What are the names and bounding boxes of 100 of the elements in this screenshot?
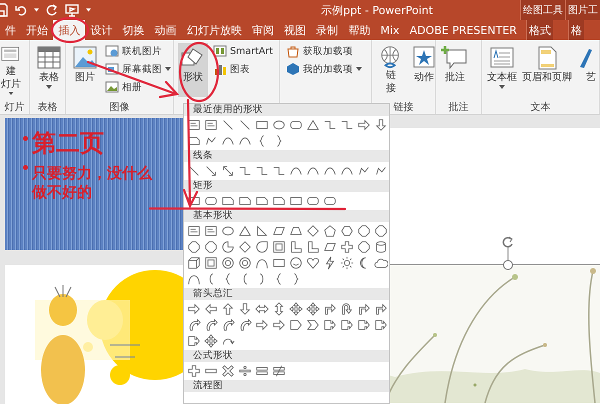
ribbon-tab[interactable]: ADOBE PRESENTER	[404, 20, 522, 40]
double-arrow-line-icon	[220, 164, 234, 178]
shapes-button[interactable]: 形状	[178, 43, 208, 97]
ribbon-tab[interactable]: 格式	[526, 20, 553, 40]
table-icon	[35, 45, 63, 71]
ribbon-tab[interactable]: 视图	[279, 20, 311, 40]
new-slide-button[interactable]: 建 灯片	[0, 43, 26, 97]
table-button[interactable]: 表格	[34, 43, 64, 97]
wordart-button[interactable]: 艺	[576, 43, 599, 97]
text-box-button[interactable]: 文本框	[486, 43, 518, 97]
ribbon-tab[interactable]: 格	[568, 20, 584, 40]
image-icon	[71, 45, 99, 71]
cylinder-icon	[374, 240, 388, 254]
parallelogram-icon	[322, 240, 336, 254]
section-header: 基本形状	[184, 210, 389, 222]
picture-button[interactable]: 图片	[70, 43, 100, 97]
group-label: 链接	[392, 100, 414, 114]
curved-arrow-icon	[220, 318, 234, 332]
sun-icon	[340, 256, 354, 270]
parallelogram-icon	[272, 224, 286, 238]
header-footer-button[interactable]: 页眉和页脚	[521, 43, 573, 97]
ribbon-tab[interactable]: Mix	[375, 20, 404, 40]
ribbon-tab[interactable]: 开始	[21, 20, 54, 40]
bent-arrow-icon	[374, 302, 388, 316]
bullet-icon	[23, 136, 28, 141]
section-header: 最近使用的形状	[184, 104, 389, 116]
link-button[interactable]: 链 接	[376, 43, 406, 97]
ribbon-tab[interactable]: 幻灯片放映	[182, 20, 247, 40]
octagon-icon	[186, 240, 200, 254]
curved-arrow-icon	[238, 318, 252, 332]
rounded-rectangle-icon	[288, 118, 302, 132]
rectangle-icon	[254, 118, 268, 132]
ribbon-tab[interactable]: 动画	[150, 20, 182, 40]
triangle-icon	[306, 118, 320, 132]
smiley-icon	[288, 256, 302, 270]
slideshow-icon[interactable]	[65, 4, 79, 16]
four-way-arrow-shape[interactable]	[202, 333, 219, 349]
album-button[interactable]: 相册	[103, 79, 173, 95]
chart-button[interactable]: 图表	[211, 61, 275, 77]
caret-icon[interactable]	[34, 8, 39, 12]
text-box-icon	[204, 118, 218, 132]
elbow-connector-icon	[322, 118, 336, 132]
line-icon	[220, 118, 234, 132]
redo-icon[interactable]	[46, 4, 58, 16]
annotation-circle	[178, 42, 220, 102]
smartart-button[interactable]: SmartArt	[211, 43, 275, 59]
oval-icon	[272, 118, 286, 132]
up-down-arrow-icon	[272, 302, 286, 316]
ribbon-tab[interactable]: 帮助	[343, 20, 376, 40]
section-header: 线条	[184, 150, 389, 162]
four-way-arrow-shape[interactable]	[287, 301, 304, 317]
section-header: 流程图	[184, 380, 389, 392]
hexagon-icon	[340, 224, 354, 238]
ring-icon	[220, 256, 234, 270]
diamond-icon	[238, 240, 252, 254]
ribbon-tab[interactable]: 设计	[85, 20, 118, 40]
rounded-rectangle-icon	[306, 194, 320, 208]
resize-handle[interactable]	[503, 260, 513, 270]
four-way-arrow-shape[interactable]	[304, 301, 321, 317]
pentagon-arrow-icon	[288, 318, 302, 332]
chevron-shape[interactable]	[304, 317, 321, 333]
slide-title: 第二页	[32, 128, 104, 158]
rotate-handle-icon[interactable]	[501, 235, 515, 260]
my-addins-button[interactable]: 我的加载项	[284, 61, 364, 77]
diamond-icon	[306, 224, 320, 238]
get-addins-button[interactable]: 获取加载项	[284, 43, 364, 59]
action-button[interactable]: 动作	[409, 43, 435, 97]
elbow-connector-icon	[340, 118, 354, 132]
rounded-rectangle-icon	[204, 194, 218, 208]
text-box-icon	[204, 224, 218, 238]
caret-icon[interactable]	[86, 8, 91, 12]
store-icon	[286, 44, 300, 58]
octagon-icon	[374, 224, 388, 238]
not-equal-icon	[272, 364, 286, 378]
ribbon-tab[interactable]: 审阅	[246, 20, 279, 40]
right-triangle-icon	[254, 224, 268, 238]
ring-icon	[238, 256, 252, 270]
comment-button[interactable]: 批注	[440, 43, 470, 97]
callout-icon	[340, 318, 354, 332]
right-arrow-icon	[254, 318, 268, 332]
ribbon-tab[interactable]: 件	[0, 20, 21, 40]
equal-icon	[254, 364, 268, 378]
screenshot-button[interactable]: 屏幕截图	[103, 61, 173, 77]
arrow-line-icon	[204, 164, 218, 178]
undo-icon[interactable]	[15, 4, 27, 16]
sun-shape[interactable]	[338, 255, 355, 271]
ribbon-tab[interactable]: 切换	[118, 20, 150, 40]
elbow-connector-icon	[238, 164, 252, 178]
u-turn-arrow-icon	[340, 302, 354, 316]
context-tab-group: 绘图工具	[520, 0, 565, 20]
rectangle-icon	[186, 194, 200, 208]
plus-icon	[186, 364, 200, 378]
bullet-icon	[23, 165, 28, 170]
heart-shape[interactable]	[304, 255, 321, 271]
down-arrow-icon	[238, 302, 252, 316]
album-icon	[105, 80, 119, 94]
ribbon-tab[interactable]: 录制	[311, 20, 344, 40]
online-picture-button[interactable]: 联机图片	[103, 43, 173, 59]
callout-icon	[322, 318, 336, 332]
text-box-icon	[186, 118, 200, 132]
